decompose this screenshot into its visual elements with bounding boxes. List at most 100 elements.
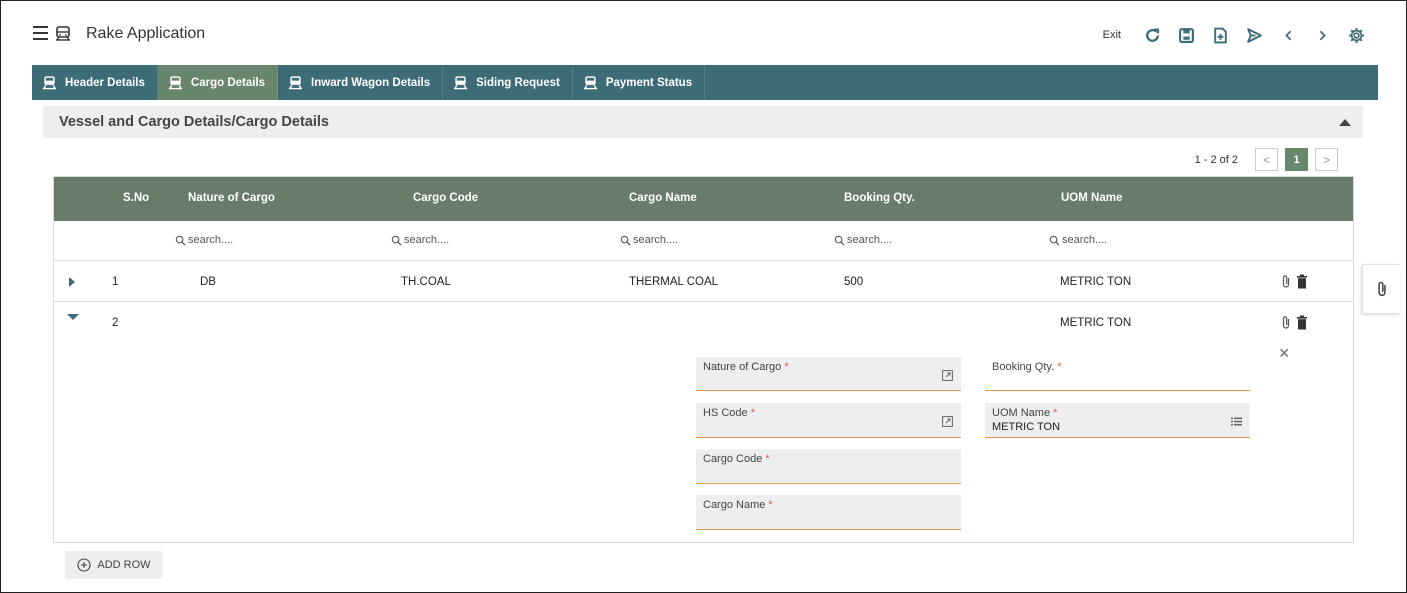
exit-button[interactable]: Exit	[1103, 29, 1121, 41]
column-header-cargo-code[interactable]: Cargo Code	[413, 192, 478, 204]
train-icon	[288, 76, 303, 90]
table-header: S.No Nature of Cargo Cargo Code Cargo Na…	[54, 177, 1353, 221]
tab-header-details[interactable]: Header Details	[32, 65, 158, 100]
delete-icon[interactable]	[1296, 274, 1308, 289]
field-label: UOM Name *	[992, 407, 1058, 419]
add-row-label: ADD ROW	[97, 559, 151, 571]
close-form-button[interactable]: ×	[1279, 344, 1290, 362]
top-bar: Rake Application Exit	[33, 19, 1373, 51]
filter-placeholder: search....	[404, 234, 450, 246]
settings-button[interactable]	[1339, 21, 1373, 49]
add-row-button[interactable]: ADD ROW	[65, 551, 163, 579]
tab-label: Cargo Details	[190, 76, 266, 89]
side-attachment-button[interactable]	[1362, 264, 1400, 314]
column-header-booking-qty[interactable]: Booking Qty.	[844, 192, 915, 204]
column-header-cargo-name[interactable]: Cargo Name	[629, 192, 697, 204]
tab-siding-request[interactable]: Siding Request	[443, 65, 573, 100]
column-header-sno[interactable]: S.No	[123, 192, 149, 204]
tab-label: Inward Wagon Details	[311, 76, 431, 89]
filter-booking-qty[interactable]: search....	[834, 234, 892, 246]
next-icon	[1319, 30, 1326, 40]
delete-icon[interactable]	[1296, 315, 1308, 330]
filter-placeholder: search....	[188, 234, 234, 246]
filter-placeholder: search....	[633, 234, 679, 246]
current-page-button[interactable]: 1	[1285, 148, 1308, 171]
cell-sno: 1	[112, 276, 119, 288]
cell-sno: 2	[112, 317, 119, 329]
save-icon	[1178, 27, 1194, 43]
field-label: Cargo Name *	[703, 499, 773, 511]
cell-nature-of-cargo: DB	[200, 276, 216, 288]
nature-of-cargo-field[interactable]: Nature of Cargo *	[696, 357, 961, 391]
cell-uom-name: METRIC TON	[1060, 317, 1132, 329]
new-document-icon	[1213, 27, 1227, 43]
cell-uom-name: METRIC TON	[1060, 276, 1132, 288]
uom-name-field[interactable]: UOM Name * METRIC TON	[985, 403, 1250, 438]
search-icon	[391, 235, 402, 246]
train-icon	[42, 76, 57, 90]
search-icon	[1049, 235, 1060, 246]
next-page-button[interactable]: >	[1315, 148, 1338, 171]
field-label: Cargo Code *	[703, 453, 770, 465]
pagination-info: 1 - 2 of 2	[1194, 153, 1238, 166]
previous-button[interactable]	[1271, 21, 1305, 49]
field-label: Nature of Cargo *	[703, 361, 789, 373]
filter-cargo-code[interactable]: search....	[391, 234, 449, 246]
open-lookup-icon[interactable]	[942, 370, 953, 381]
filter-placeholder: search....	[847, 234, 893, 246]
cell-cargo-code: TH.COAL	[401, 276, 451, 288]
pagination: 1 - 2 of 2 < 1 >	[1195, 148, 1338, 171]
section-header[interactable]: Vessel and Cargo Details/Cargo Details	[43, 106, 1363, 138]
refresh-icon	[1145, 27, 1159, 42]
tab-payment-status[interactable]: Payment Status	[573, 65, 706, 100]
filter-placeholder: search....	[1062, 234, 1108, 246]
filter-uom-name[interactable]: search....	[1049, 234, 1107, 246]
list-icon[interactable]	[1231, 416, 1242, 427]
expand-row-icon[interactable]	[69, 277, 75, 287]
hamburger-menu-icon[interactable]	[33, 26, 48, 40]
tab-inward-wagon-details[interactable]: Inward Wagon Details	[278, 65, 444, 100]
filter-nature-of-cargo[interactable]: search....	[175, 234, 233, 246]
attachment-icon	[1377, 281, 1386, 297]
new-document-button[interactable]	[1203, 21, 1237, 49]
refresh-button[interactable]	[1135, 21, 1169, 49]
cargo-code-field[interactable]: Cargo Code *	[696, 449, 961, 484]
tab-bar: Header Details Cargo Details Inward Wago…	[32, 65, 1378, 100]
send-button[interactable]	[1237, 21, 1271, 49]
attachment-icon[interactable]	[1280, 315, 1292, 330]
table-row[interactable]: 2 METRIC TON	[54, 302, 1353, 343]
collapse-icon[interactable]	[1339, 119, 1351, 126]
train-icon	[454, 76, 468, 90]
column-header-nature-of-cargo[interactable]: Nature of Cargo	[188, 192, 275, 204]
hs-code-field[interactable]: HS Code *	[696, 403, 961, 438]
add-circle-icon	[77, 558, 91, 572]
attachment-icon[interactable]	[1280, 274, 1292, 289]
save-button[interactable]	[1169, 21, 1203, 49]
previous-icon	[1284, 30, 1291, 40]
search-icon	[620, 235, 631, 246]
train-icon	[168, 76, 182, 90]
cargo-name-field[interactable]: Cargo Name *	[696, 495, 961, 530]
table-row[interactable]: 1 DB TH.COAL THERMAL COAL 500 METRIC TON	[54, 261, 1353, 302]
tab-cargo-details[interactable]: Cargo Details	[157, 65, 279, 100]
filter-cargo-name[interactable]: search....	[620, 234, 678, 246]
booking-qty-field[interactable]: Booking Qty. *	[985, 357, 1250, 391]
search-icon	[834, 235, 845, 246]
next-button[interactable]	[1305, 21, 1339, 49]
field-label: Booking Qty. *	[992, 361, 1062, 373]
filter-row: search.... search.... search.... search.…	[54, 221, 1353, 261]
column-header-uom-name[interactable]: UOM Name	[1061, 192, 1122, 204]
search-icon	[175, 235, 186, 246]
section-title: Vessel and Cargo Details/Cargo Details	[59, 114, 329, 130]
previous-page-button[interactable]: <	[1255, 148, 1278, 171]
tab-label: Header Details	[65, 76, 145, 89]
tab-label: Payment Status	[605, 76, 693, 89]
open-lookup-icon[interactable]	[942, 416, 953, 427]
settings-icon	[1348, 27, 1364, 43]
collapse-row-icon[interactable]	[67, 314, 79, 320]
field-value: METRIC TON	[992, 421, 1061, 433]
cell-cargo-name: THERMAL COAL	[629, 276, 719, 288]
tab-label: Siding Request	[476, 76, 560, 89]
app-title: Rake Application	[86, 25, 206, 42]
train-icon	[56, 26, 70, 41]
